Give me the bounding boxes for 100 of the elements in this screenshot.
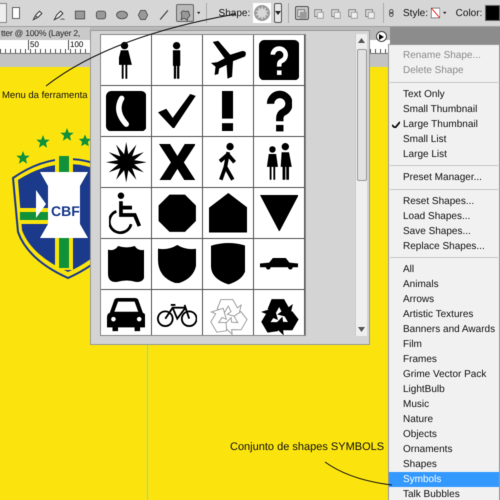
shape-thumbnail[interactable] xyxy=(152,239,203,290)
shape-thumbnail[interactable] xyxy=(101,239,152,290)
mode-icon xyxy=(312,7,325,21)
shape-swatch[interactable] xyxy=(253,3,272,23)
shape-preview-icon xyxy=(253,4,272,22)
pentagon-icon xyxy=(208,193,248,233)
mode-icon xyxy=(330,7,342,21)
crest-label: CBF xyxy=(51,203,80,219)
document-tab[interactable]: tter @ 100% (Layer 2, xyxy=(0,27,90,40)
leader-line xyxy=(324,462,392,486)
question-mark-icon xyxy=(266,90,292,132)
menu-item[interactable]: Preset Manager... xyxy=(389,170,499,185)
scrollbar-thumb[interactable] xyxy=(357,49,367,181)
starburst-icon xyxy=(106,142,146,182)
color-swatch[interactable] xyxy=(485,5,500,21)
menu-item[interactable]: Shapes xyxy=(389,457,499,472)
menu-item[interactable]: Replace Shapes... xyxy=(389,238,499,254)
mode-icon xyxy=(296,7,308,21)
phone-icon xyxy=(106,90,146,132)
shield-icon xyxy=(210,243,246,285)
dropdown-button[interactable] xyxy=(274,3,282,23)
shape-thumbnail[interactable] xyxy=(254,86,305,137)
caret-icon xyxy=(275,11,282,15)
man-icon xyxy=(172,40,182,80)
menu-item[interactable]: Animals xyxy=(389,277,499,292)
annotation-text: Menu da ferramenta xyxy=(2,90,88,101)
woman-icon xyxy=(119,40,133,80)
color-label: Color: xyxy=(456,8,482,18)
annotation-text: Conjunto de shapes SYMBOLS xyxy=(230,441,384,453)
menu-item[interactable]: Objects xyxy=(389,427,499,442)
menu-item[interactable]: All xyxy=(389,262,499,277)
shape-thumbnail[interactable] xyxy=(101,188,152,239)
shape-thumbnail[interactable] xyxy=(254,188,305,239)
menu-item[interactable]: Small List xyxy=(389,132,499,146)
menu-item[interactable]: Large List xyxy=(389,146,499,162)
shape-thumbnail[interactable] xyxy=(203,188,254,239)
menu-item[interactable]: Reset Shapes... xyxy=(389,194,499,208)
square-icon[interactable] xyxy=(12,7,20,19)
shape-thumbnail[interactable] xyxy=(203,239,254,290)
menu-item[interactable]: Grime Vector Pack xyxy=(389,367,499,382)
menu-item[interactable]: Talk Bubbles xyxy=(389,487,499,500)
scroll-down-icon[interactable] xyxy=(358,327,365,332)
tool-preset-button[interactable] xyxy=(0,3,7,23)
shield-icon xyxy=(108,246,144,282)
menu-item[interactable]: Artistic Textures xyxy=(389,307,499,322)
shape-label: Shape: xyxy=(218,8,250,18)
caret-icon[interactable] xyxy=(443,11,447,15)
caret-icon[interactable] xyxy=(196,11,200,15)
shape-thumbnail[interactable] xyxy=(152,86,203,137)
x-mark-icon xyxy=(158,144,196,180)
triangle-icon xyxy=(379,34,384,40)
walking-person-icon xyxy=(219,142,237,182)
menu-item[interactable]: Text Only xyxy=(389,86,499,102)
link-icon[interactable] xyxy=(389,6,394,20)
menu-item[interactable]: Banners and Awards xyxy=(389,322,499,337)
menu-item[interactable]: Small Thumbnail xyxy=(389,102,499,116)
shape-thumbnail[interactable] xyxy=(254,137,305,188)
shape-thumbnail[interactable] xyxy=(152,188,203,239)
menu-item[interactable]: Nature xyxy=(389,412,499,427)
shape-thumbnail[interactable] xyxy=(203,35,254,86)
menu-item[interactable]: Music xyxy=(389,397,499,412)
car-icon xyxy=(106,298,146,332)
two-people-icon xyxy=(266,143,292,181)
checkmark-icon xyxy=(158,94,196,128)
scrollbar[interactable] xyxy=(355,34,367,336)
mode-icon xyxy=(364,7,376,21)
wheelchair-icon xyxy=(109,192,143,234)
shape-thumbnail[interactable] xyxy=(101,137,152,188)
shape-thumbnail[interactable] xyxy=(254,35,305,86)
bicycle-icon xyxy=(156,304,198,326)
shape-thumbnail[interactable] xyxy=(203,86,254,137)
shape-thumbnail[interactable] xyxy=(101,86,152,137)
shape-thumbnail[interactable] xyxy=(203,137,254,188)
shape-thumbnail[interactable] xyxy=(101,35,152,86)
airplane-icon xyxy=(210,40,246,80)
menu-item[interactable]: Save Shapes... xyxy=(389,224,499,238)
ruler-label: 50 xyxy=(28,40,39,50)
menu-item[interactable]: Load Shapes... xyxy=(389,208,499,224)
triangle-icon xyxy=(260,194,298,232)
menu-item[interactable]: Ornaments xyxy=(389,442,499,457)
shape-thumbnail[interactable] xyxy=(152,137,203,188)
menu-item[interactable]: Large Thumbnail xyxy=(389,116,499,132)
menu-item[interactable]: Film xyxy=(389,337,499,352)
car-icon xyxy=(260,258,298,270)
mode-icon xyxy=(346,7,359,21)
octagon-icon xyxy=(156,192,198,234)
menu-item[interactable]: Frames xyxy=(389,352,499,367)
shape-thumbnail[interactable] xyxy=(254,239,305,290)
menu-item[interactable]: Arrows xyxy=(389,292,499,307)
scroll-up-icon[interactable] xyxy=(358,38,365,43)
shield-icon xyxy=(158,244,196,284)
question-mark-icon xyxy=(258,40,300,80)
exclamation-icon xyxy=(222,90,234,132)
tool-button[interactable] xyxy=(176,4,194,22)
ruler-label: 100 xyxy=(68,40,84,50)
shape-thumbnail[interactable] xyxy=(152,35,203,86)
style-label: Style: xyxy=(403,8,428,18)
mode-button[interactable] xyxy=(294,6,309,20)
check-icon xyxy=(392,120,400,128)
menu-item[interactable]: LightBulb xyxy=(389,382,499,397)
